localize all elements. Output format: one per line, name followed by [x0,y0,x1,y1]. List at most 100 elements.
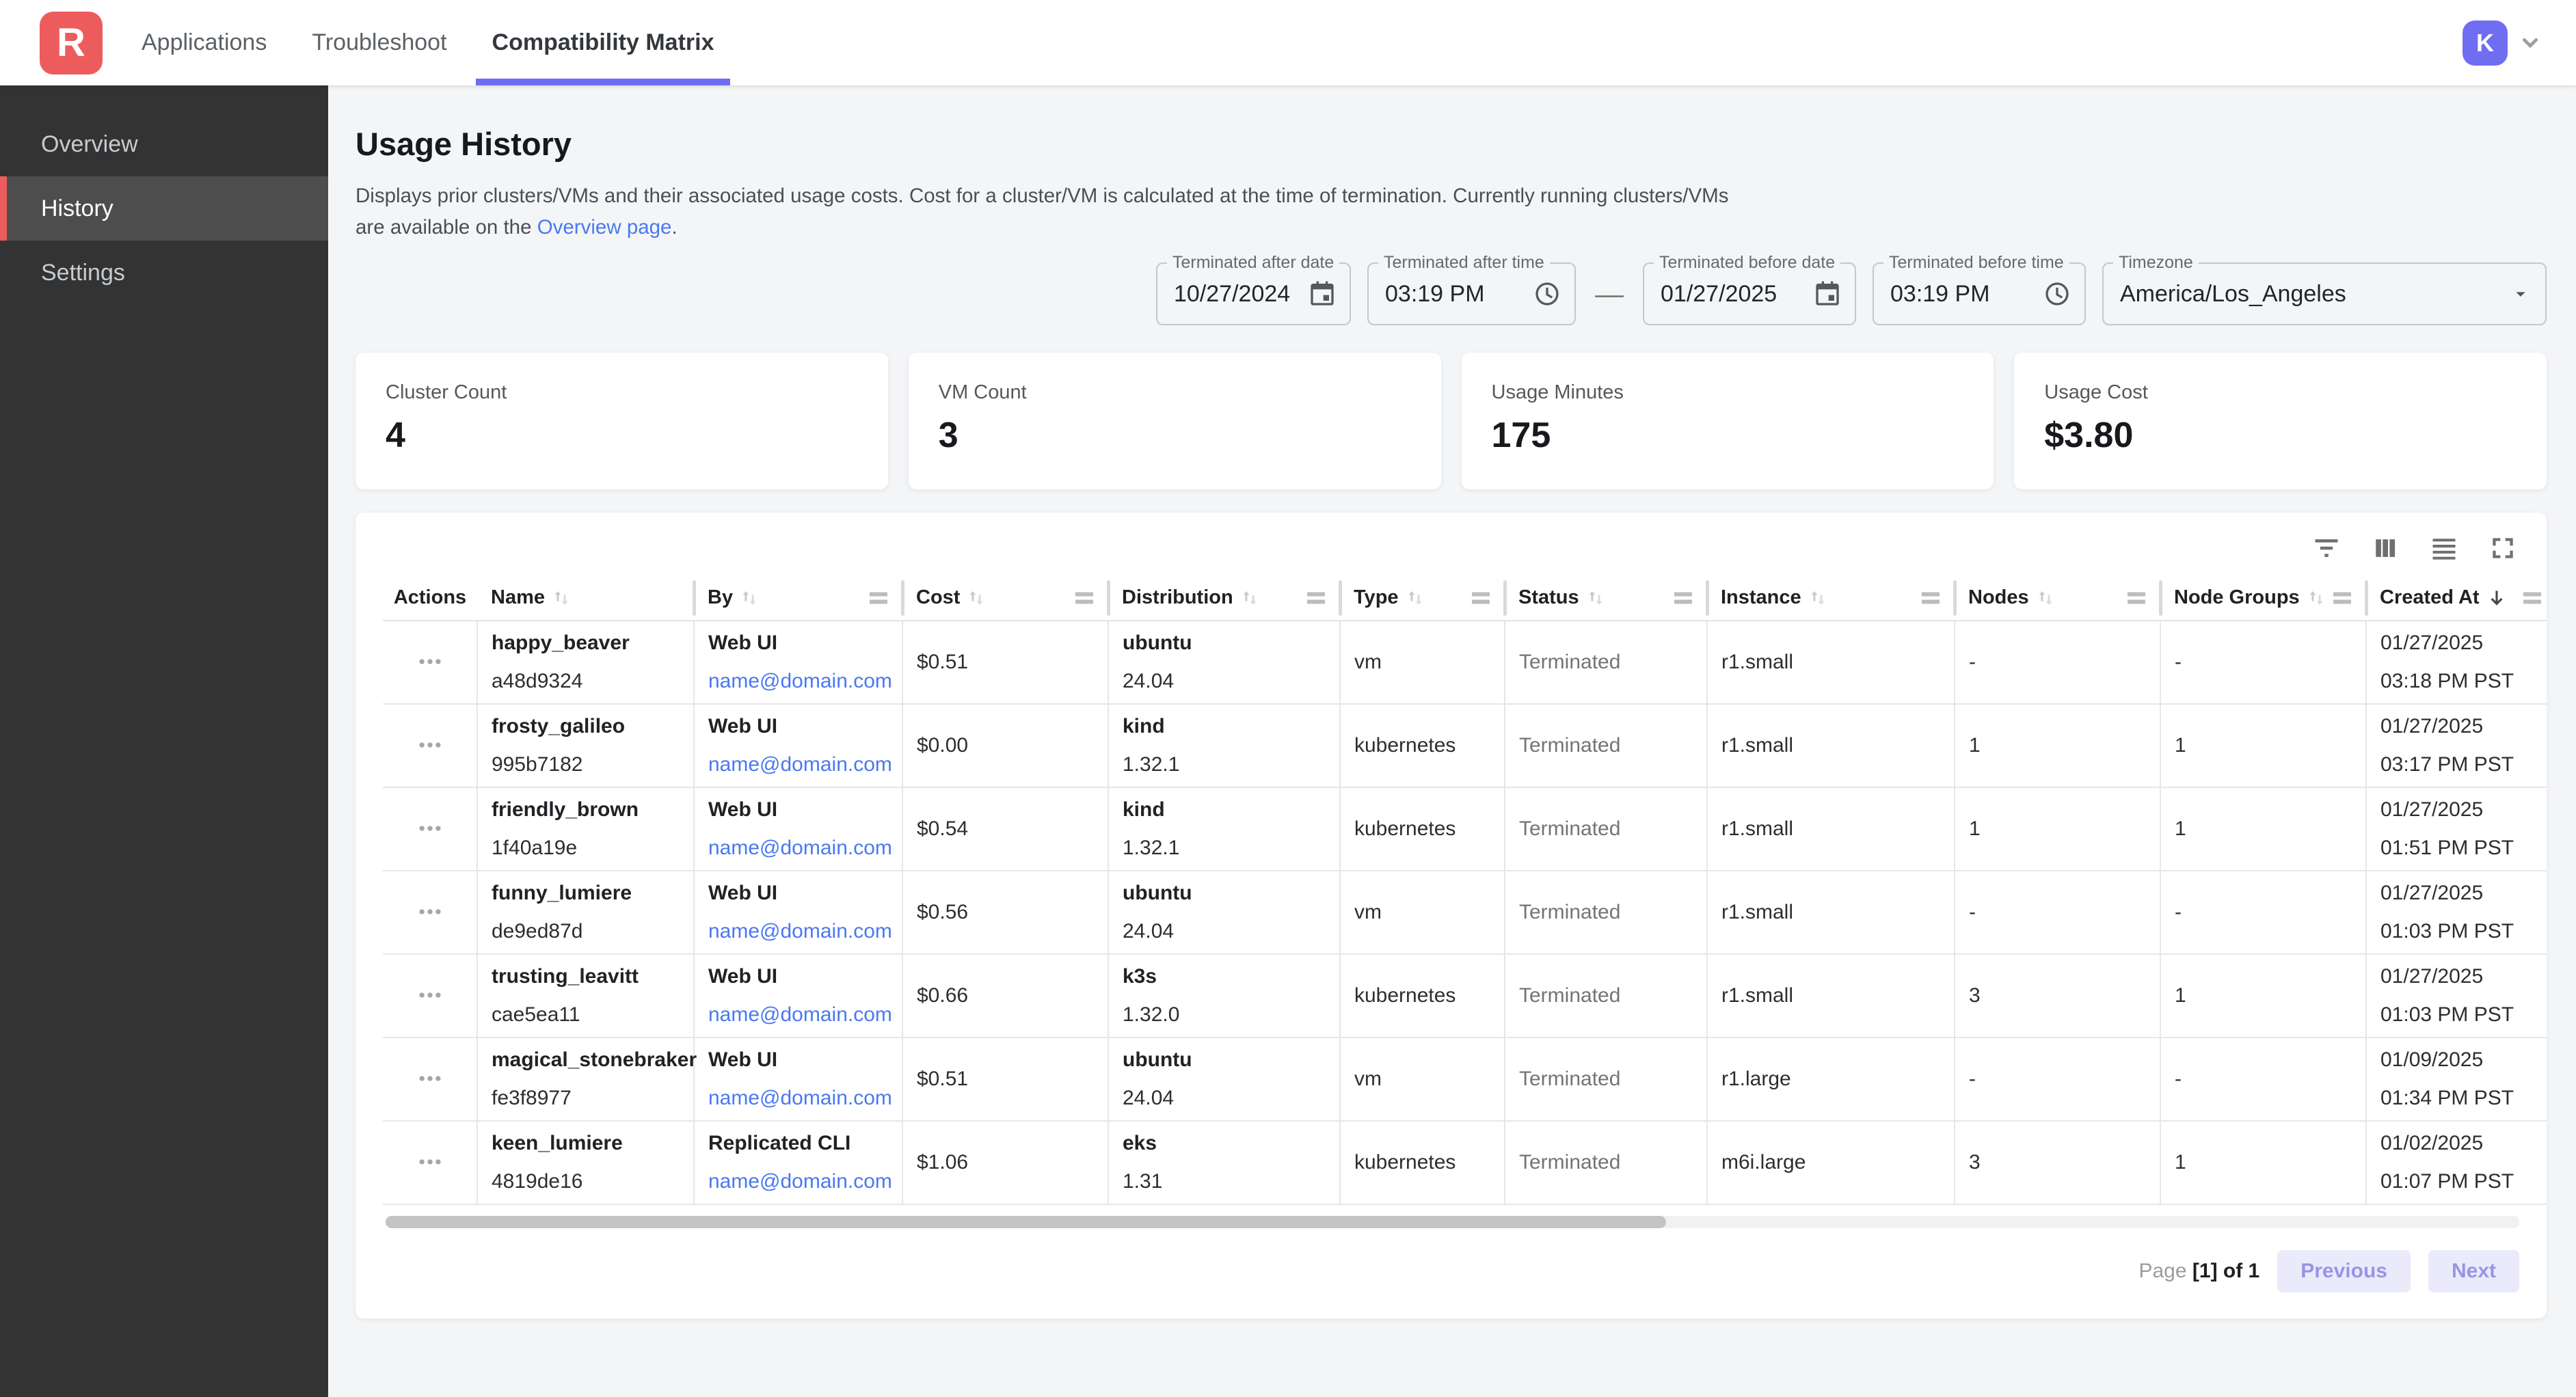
sort-icon[interactable] [1585,587,1607,609]
row-cost: $0.66 [917,984,968,1007]
row-created-time: 01:34 PM PST [2380,1087,2537,1110]
row-email-link[interactable]: name@domain.com [708,1170,892,1193]
row-status: Terminated [1519,651,1620,673]
row-status: Terminated [1519,734,1620,757]
sort-icon[interactable] [965,587,987,609]
density-button[interactable] [2428,532,2460,565]
column-header-by[interactable]: By [694,575,902,621]
columns-button[interactable] [2369,532,2402,565]
column-header-instance[interactable]: Instance [1707,575,1955,621]
sort-icon[interactable] [1239,587,1261,609]
scrollbar-thumb[interactable] [386,1216,1666,1228]
dropdown-icon[interactable] [2510,283,2532,305]
overview-page-link[interactable]: Overview page [537,216,672,239]
fullscreen-icon [2488,533,2518,563]
row-type: kubernetes [1354,984,1455,1007]
filter-terminated-after-date[interactable]: Terminated after date 10/27/2024 [1156,262,1351,325]
filter-value[interactable]: 03:19 PM [1890,281,2030,308]
filter-value[interactable]: 03:19 PM [1385,281,1520,308]
filter-value[interactable]: 01/27/2025 [1661,281,1800,308]
row-instance: r1.large [1721,1068,1791,1090]
nav-tab-applications[interactable]: Applications [140,0,268,85]
row-actions-button[interactable] [412,643,448,682]
sort-icon[interactable] [2305,587,2327,609]
column-resize-handle[interactable] [1307,592,1325,603]
pagination: Page [1] of 1 Previous Next [383,1228,2547,1292]
column-label: Name [491,586,545,609]
row-actions-button[interactable] [412,893,448,932]
row-email-link[interactable]: name@domain.com [708,1087,892,1110]
clock-icon[interactable] [2043,280,2071,308]
row-cost: $1.06 [917,1151,968,1174]
replicated-logo[interactable]: R [40,12,103,74]
sort-icon[interactable] [738,587,760,609]
sidebar-item-settings[interactable]: Settings [0,241,328,305]
row-created-by: Web UI [708,715,892,738]
table-row: frosty_galileo995b7182 Web UIname@domain… [383,704,2547,787]
row-distribution: k3s [1123,965,1330,988]
filter-terminated-before-time[interactable]: Terminated before time 03:19 PM [1873,262,2086,325]
row-cost: $0.00 [917,734,968,757]
column-resize-handle[interactable] [1674,592,1692,603]
row-actions-button[interactable] [412,977,448,1016]
filter-button[interactable] [2310,532,2343,565]
row-created-time: 01:03 PM PST [2380,1003,2537,1027]
column-header-created-at[interactable]: Created At [2366,575,2547,621]
row-status: Terminated [1519,901,1620,923]
row-email-link[interactable]: name@domain.com [708,920,892,943]
sort-icon[interactable] [1404,587,1426,609]
column-resize-handle[interactable] [1472,592,1490,603]
previous-page-button[interactable]: Previous [2277,1250,2411,1292]
page-value: [1] of 1 [2192,1260,2259,1282]
column-header-cost[interactable]: Cost [902,575,1108,621]
row-nodes: 3 [1969,984,1981,1007]
sidebar-item-overview[interactable]: Overview [0,112,328,176]
column-header-name[interactable]: Name [477,575,694,621]
row-created-time: 01:03 PM PST [2380,920,2537,943]
sort-icon[interactable] [550,587,572,609]
calendar-icon[interactable] [1309,280,1336,308]
row-actions-button[interactable] [412,1060,448,1099]
filter-value[interactable]: 10/27/2024 [1174,281,1295,308]
row-type: kubernetes [1354,817,1455,840]
column-resize-handle[interactable] [2523,592,2541,603]
column-resize-handle[interactable] [870,592,887,603]
filter-terminated-before-date[interactable]: Terminated before date 01/27/2025 [1643,262,1856,325]
column-label: Instance [1721,586,1801,609]
column-resize-handle[interactable] [2333,592,2351,603]
row-actions-button[interactable] [412,810,448,849]
chevron-down-icon[interactable] [2517,30,2543,56]
sort-desc-icon[interactable] [2485,586,2508,610]
sidebar-item-history[interactable]: History [0,176,328,241]
column-resize-handle[interactable] [1075,592,1093,603]
nav-tab-compatibility-matrix[interactable]: Compatibility Matrix [491,0,716,85]
sort-icon[interactable] [1807,587,1829,609]
filter-value[interactable]: America/Los_Angeles [2120,281,2496,308]
row-actions-button[interactable] [412,1143,448,1182]
column-header-status[interactable]: Status [1505,575,1707,621]
account-menu[interactable]: K [2463,21,2543,66]
nav-tab-troubleshoot[interactable]: Troubleshoot [310,0,448,85]
row-actions-button[interactable] [412,727,448,765]
row-email-link[interactable]: name@domain.com [708,837,892,860]
row-email-link[interactable]: name@domain.com [708,753,892,776]
column-resize-handle[interactable] [1922,592,1940,603]
calendar-icon[interactable] [1814,280,1841,308]
row-email-link[interactable]: name@domain.com [708,1003,892,1027]
fullscreen-button[interactable] [2486,532,2519,565]
column-header-distribution[interactable]: Distribution [1108,575,1340,621]
row-email-link[interactable]: name@domain.com [708,670,892,693]
column-header-nodes[interactable]: Nodes [1955,575,2160,621]
filter-terminated-after-time[interactable]: Terminated after time 03:19 PM [1367,262,1576,325]
column-header-type[interactable]: Type [1340,575,1505,621]
sidebar-item-label: Settings [41,260,125,286]
table-row: happy_beavera48d9324 Web UIname@domain.c… [383,621,2547,704]
column-resize-handle[interactable] [2128,592,2145,603]
avatar[interactable]: K [2463,21,2508,66]
columns-icon [2370,533,2400,563]
filter-timezone[interactable]: Timezone America/Los_Angeles [2102,262,2547,325]
clock-icon[interactable] [1533,280,1561,308]
column-header-node-groups[interactable]: Node Groups [2160,575,2366,621]
sort-icon[interactable] [2035,587,2056,609]
next-page-button[interactable]: Next [2428,1250,2519,1292]
